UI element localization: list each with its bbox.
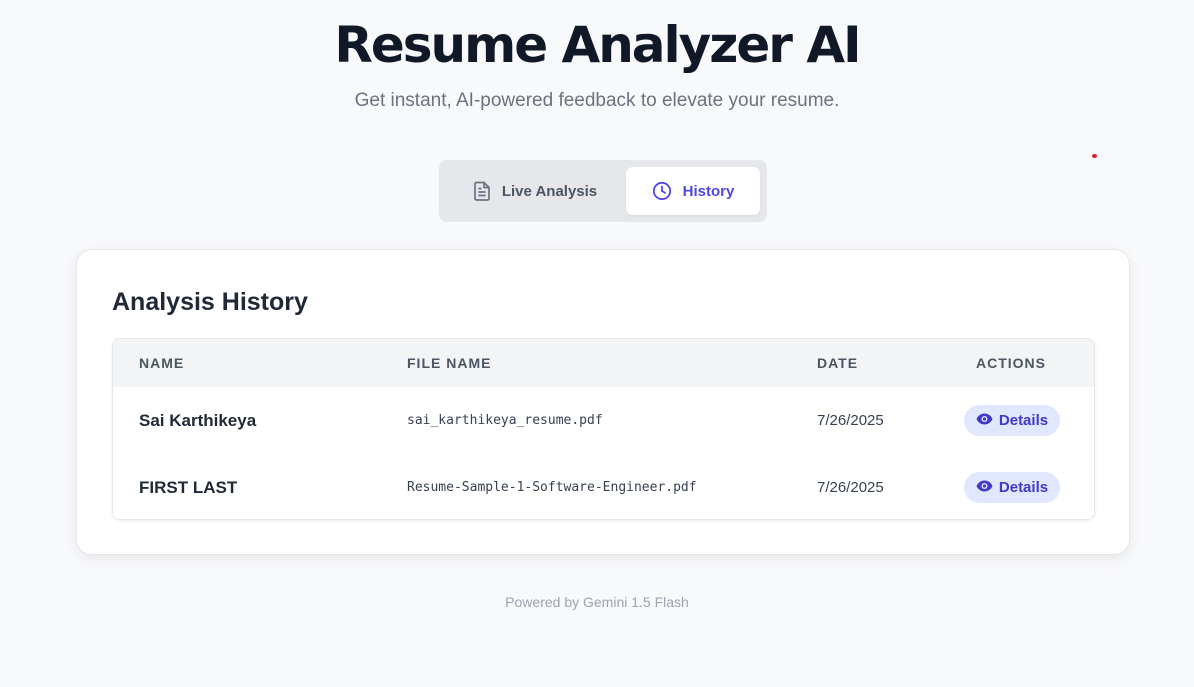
document-icon bbox=[473, 181, 491, 201]
column-header-name: NAME bbox=[139, 355, 185, 371]
row-file-name: Resume-Sample-1-Software-Engineer.pdf bbox=[407, 480, 697, 495]
table-row: FIRST LAST Resume-Sample-1-Software-Engi… bbox=[113, 454, 1094, 519]
page-subtitle: Get instant, AI-powered feedback to elev… bbox=[354, 90, 840, 111]
eye-icon bbox=[976, 479, 993, 496]
history-title: Analysis History bbox=[112, 288, 308, 316]
details-button[interactable]: Details bbox=[964, 472, 1060, 503]
row-file-name: sai_karthikeya_resume.pdf bbox=[407, 413, 603, 428]
row-date: 7/26/2025 bbox=[817, 479, 884, 496]
row-name: FIRST LAST bbox=[139, 478, 238, 497]
details-button-label: Details bbox=[998, 412, 1049, 429]
view-tabs: Live Analysis History bbox=[439, 160, 767, 222]
details-button-label: Details bbox=[998, 479, 1049, 496]
clock-icon bbox=[652, 181, 672, 201]
details-button[interactable]: Details bbox=[964, 405, 1060, 436]
row-name: Sai Karthikeya bbox=[139, 411, 257, 430]
eye-icon bbox=[976, 412, 993, 429]
history-card: Analysis History NAME FILE NAME DATE ACT… bbox=[76, 249, 1130, 555]
indicator-dot bbox=[1092, 154, 1097, 158]
tab-history-label: History bbox=[682, 182, 735, 200]
row-date: 7/26/2025 bbox=[817, 412, 884, 429]
footer-text: Powered by Gemini 1.5 Flash bbox=[505, 594, 689, 610]
table-header: NAME FILE NAME DATE ACTIONS bbox=[113, 339, 1094, 387]
column-header-file-name: FILE NAME bbox=[407, 355, 492, 371]
page-title: Resume Analyzer AI bbox=[334, 16, 861, 74]
column-header-date: DATE bbox=[817, 355, 859, 371]
table-row: Sai Karthikeya sai_karthikeya_resume.pdf… bbox=[113, 387, 1094, 455]
tab-live-analysis-label: Live Analysis bbox=[501, 182, 598, 200]
tab-history[interactable]: History bbox=[626, 167, 760, 215]
tab-live-analysis[interactable]: Live Analysis bbox=[447, 167, 623, 215]
column-header-actions: ACTIONS bbox=[976, 355, 1046, 371]
history-table: NAME FILE NAME DATE ACTIONS Sai Karthike… bbox=[112, 338, 1095, 520]
